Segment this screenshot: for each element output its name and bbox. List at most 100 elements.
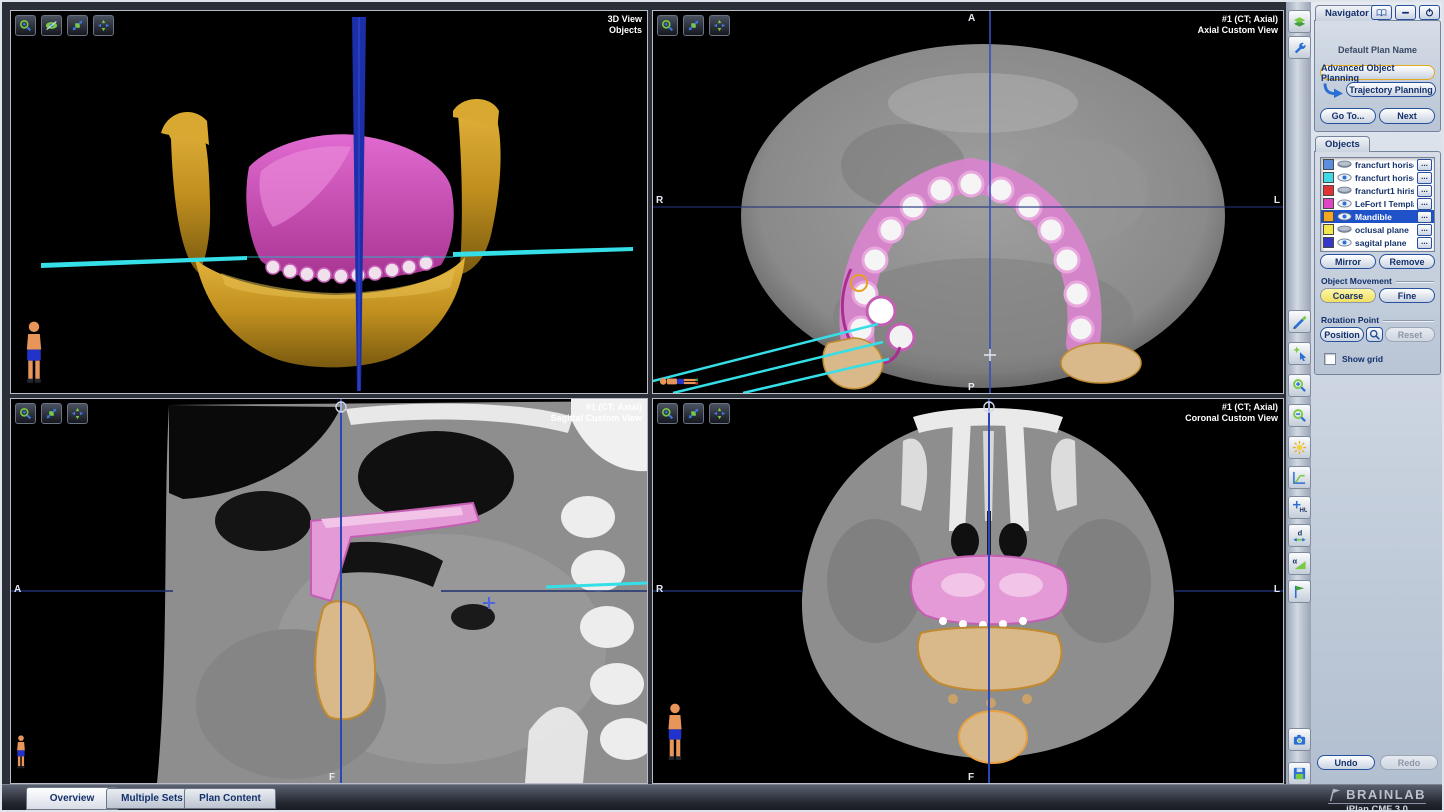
pan-icon[interactable] <box>41 403 62 424</box>
tab-navigator[interactable]: Navigator <box>1315 5 1379 21</box>
brightness-icon[interactable] <box>1288 436 1311 459</box>
fit-icon[interactable] <box>67 403 88 424</box>
tab-overview[interactable]: Overview <box>26 787 118 810</box>
visibility-eye-icon[interactable] <box>1337 212 1352 221</box>
object-properties-button[interactable]: ... <box>1417 237 1432 249</box>
iplan-cmf-window: 3D View Objects <box>0 0 1444 812</box>
hu-measure-icon[interactable]: HU <box>1288 496 1311 519</box>
mirror-button[interactable]: Mirror <box>1320 254 1376 269</box>
fit-icon[interactable] <box>709 15 730 36</box>
zoom-icon[interactable] <box>657 15 678 36</box>
windowing-icon[interactable] <box>1288 466 1311 489</box>
orientation-figure <box>663 703 687 765</box>
distance-icon[interactable]: d <box>1288 524 1311 547</box>
bottom-bar: Overview Multiple Sets Plan Content BRAI… <box>2 784 1442 812</box>
visibility-eye-icon[interactable] <box>1337 186 1352 195</box>
coronal-scene <box>653 399 1283 783</box>
visibility-eye-icon[interactable] <box>1337 238 1352 247</box>
viewport-3d-toolbar <box>15 15 114 36</box>
visibility-eye-icon[interactable] <box>1337 225 1352 234</box>
flag-icon[interactable] <box>1288 580 1311 603</box>
viewport-3d[interactable]: 3D View Objects <box>10 10 648 394</box>
viewport-sagittal[interactable]: #1 (CT; Axial) Sagittal Custom View A F <box>10 398 648 784</box>
viewport-coronal[interactable]: #1 (CT; Axial) Coronal Custom View R L F <box>652 398 1284 784</box>
pan-icon[interactable] <box>683 15 704 36</box>
visibility-eye-icon[interactable] <box>1337 173 1352 182</box>
object-properties-button[interactable]: ... <box>1417 211 1432 223</box>
viewport-axial-title-line1: #1 (CT; Axial) <box>1198 14 1278 25</box>
object-row[interactable]: LeFort I Template ... <box>1321 197 1434 210</box>
object-row-selected[interactable]: Mandible ... <box>1321 210 1434 223</box>
object-row[interactable]: sagital plane ... <box>1321 236 1434 249</box>
object-properties-button[interactable]: ... <box>1417 185 1432 197</box>
object-properties-button[interactable]: ... <box>1417 159 1432 171</box>
remove-button[interactable]: Remove <box>1379 254 1435 269</box>
object-properties-button[interactable]: ... <box>1417 172 1432 184</box>
minimize-icon[interactable] <box>1395 5 1416 20</box>
pan-icon[interactable] <box>683 403 704 424</box>
rotation-point-group: Rotation Point <box>1321 315 1434 325</box>
trajectory-planning-button[interactable]: Trajectory Planning <box>1346 82 1436 97</box>
orientation-figure <box>21 321 47 389</box>
object-properties-button[interactable]: ... <box>1417 198 1432 210</box>
brand-block: BRAINLAB iPlan CMF 3.0 <box>1328 787 1426 812</box>
zoom-out-icon[interactable] <box>1288 404 1311 427</box>
viewport-coronal-title: #1 (CT; Axial) Coronal Custom View <box>1185 402 1278 424</box>
show-grid-checkbox[interactable] <box>1324 353 1336 365</box>
pointer-star-icon[interactable] <box>1288 342 1311 365</box>
brainlab-logo-icon <box>1328 788 1342 802</box>
object-label: oclusal plane <box>1355 225 1414 235</box>
color-swatch <box>1323 224 1334 235</box>
magnifier-icon[interactable] <box>1366 327 1383 342</box>
color-swatch <box>1323 237 1334 248</box>
viewport-coronal-title-line1: #1 (CT; Axial) <box>1185 402 1278 413</box>
svg-text:α: α <box>1292 557 1297 566</box>
object-row[interactable]: francfurt horisontal3 ... <box>1321 171 1434 184</box>
advanced-object-planning-button[interactable]: Advanced Object Planning <box>1320 65 1435 80</box>
next-button[interactable]: Next <box>1379 108 1435 124</box>
pan-icon[interactable] <box>67 15 88 36</box>
object-label: francfurt horisontal3 <box>1355 173 1414 183</box>
zoom-in-icon[interactable] <box>1288 374 1311 397</box>
fit-icon[interactable] <box>709 403 730 424</box>
fine-button[interactable]: Fine <box>1379 288 1435 303</box>
viewport-sagittal-title-line1: #1 (CT; Axial) <box>551 402 642 413</box>
power-icon[interactable] <box>1419 5 1440 20</box>
object-row[interactable]: oclusal plane ... <box>1321 223 1434 236</box>
redo-button[interactable]: Redo <box>1380 755 1438 770</box>
zoom-icon[interactable] <box>15 15 36 36</box>
layers-icon[interactable] <box>1288 10 1311 33</box>
orient-label-feet: F <box>329 772 335 783</box>
objects-panel: francfurt horisontal ... ... francfurt h… <box>1314 151 1441 375</box>
visibility-eye-icon[interactable] <box>1337 199 1352 208</box>
object-properties-button[interactable]: ... <box>1417 224 1432 236</box>
right-panel: Navigator Default Plan Name Advanced Obj… <box>1311 2 1444 784</box>
angle-icon[interactable]: α <box>1288 552 1311 575</box>
viewport-coronal-title-line2: Coronal Custom View <box>1185 413 1278 424</box>
side-toolbar: HU d α <box>1286 2 1311 784</box>
viewport-axial[interactable]: #1 (CT; Axial) Axial Custom View A R L P <box>652 10 1284 394</box>
book-icon[interactable] <box>1371 5 1392 20</box>
zoom-icon[interactable] <box>15 403 36 424</box>
object-row[interactable]: francfurt1 hirisontal ... <box>1321 184 1434 197</box>
brand-name: BRAINLAB <box>1346 787 1426 802</box>
tab-objects[interactable]: Objects <box>1315 136 1370 152</box>
go-to-button[interactable]: Go To... <box>1320 108 1376 124</box>
orientation-figure <box>14 735 28 777</box>
object-label: sagital plane <box>1355 238 1414 248</box>
reset-button[interactable]: Reset <box>1385 327 1435 342</box>
save-icon[interactable] <box>1288 762 1311 785</box>
wrench-icon[interactable] <box>1288 36 1311 59</box>
orient-label-anterior: A <box>968 13 975 24</box>
pen-icon[interactable] <box>1288 310 1311 333</box>
fit-icon[interactable] <box>93 15 114 36</box>
visibility-eye-icon[interactable] <box>1337 160 1352 169</box>
position-button[interactable]: Position <box>1320 327 1364 342</box>
coarse-button[interactable]: Coarse <box>1320 288 1376 303</box>
object-row[interactable]: francfurt horisontal ... ... <box>1321 158 1434 171</box>
undo-button[interactable]: Undo <box>1317 755 1375 770</box>
camera-icon[interactable] <box>1288 728 1311 751</box>
visibility-icon[interactable] <box>41 15 62 36</box>
zoom-icon[interactable] <box>657 403 678 424</box>
tab-plan-content[interactable]: Plan Content <box>184 788 276 809</box>
